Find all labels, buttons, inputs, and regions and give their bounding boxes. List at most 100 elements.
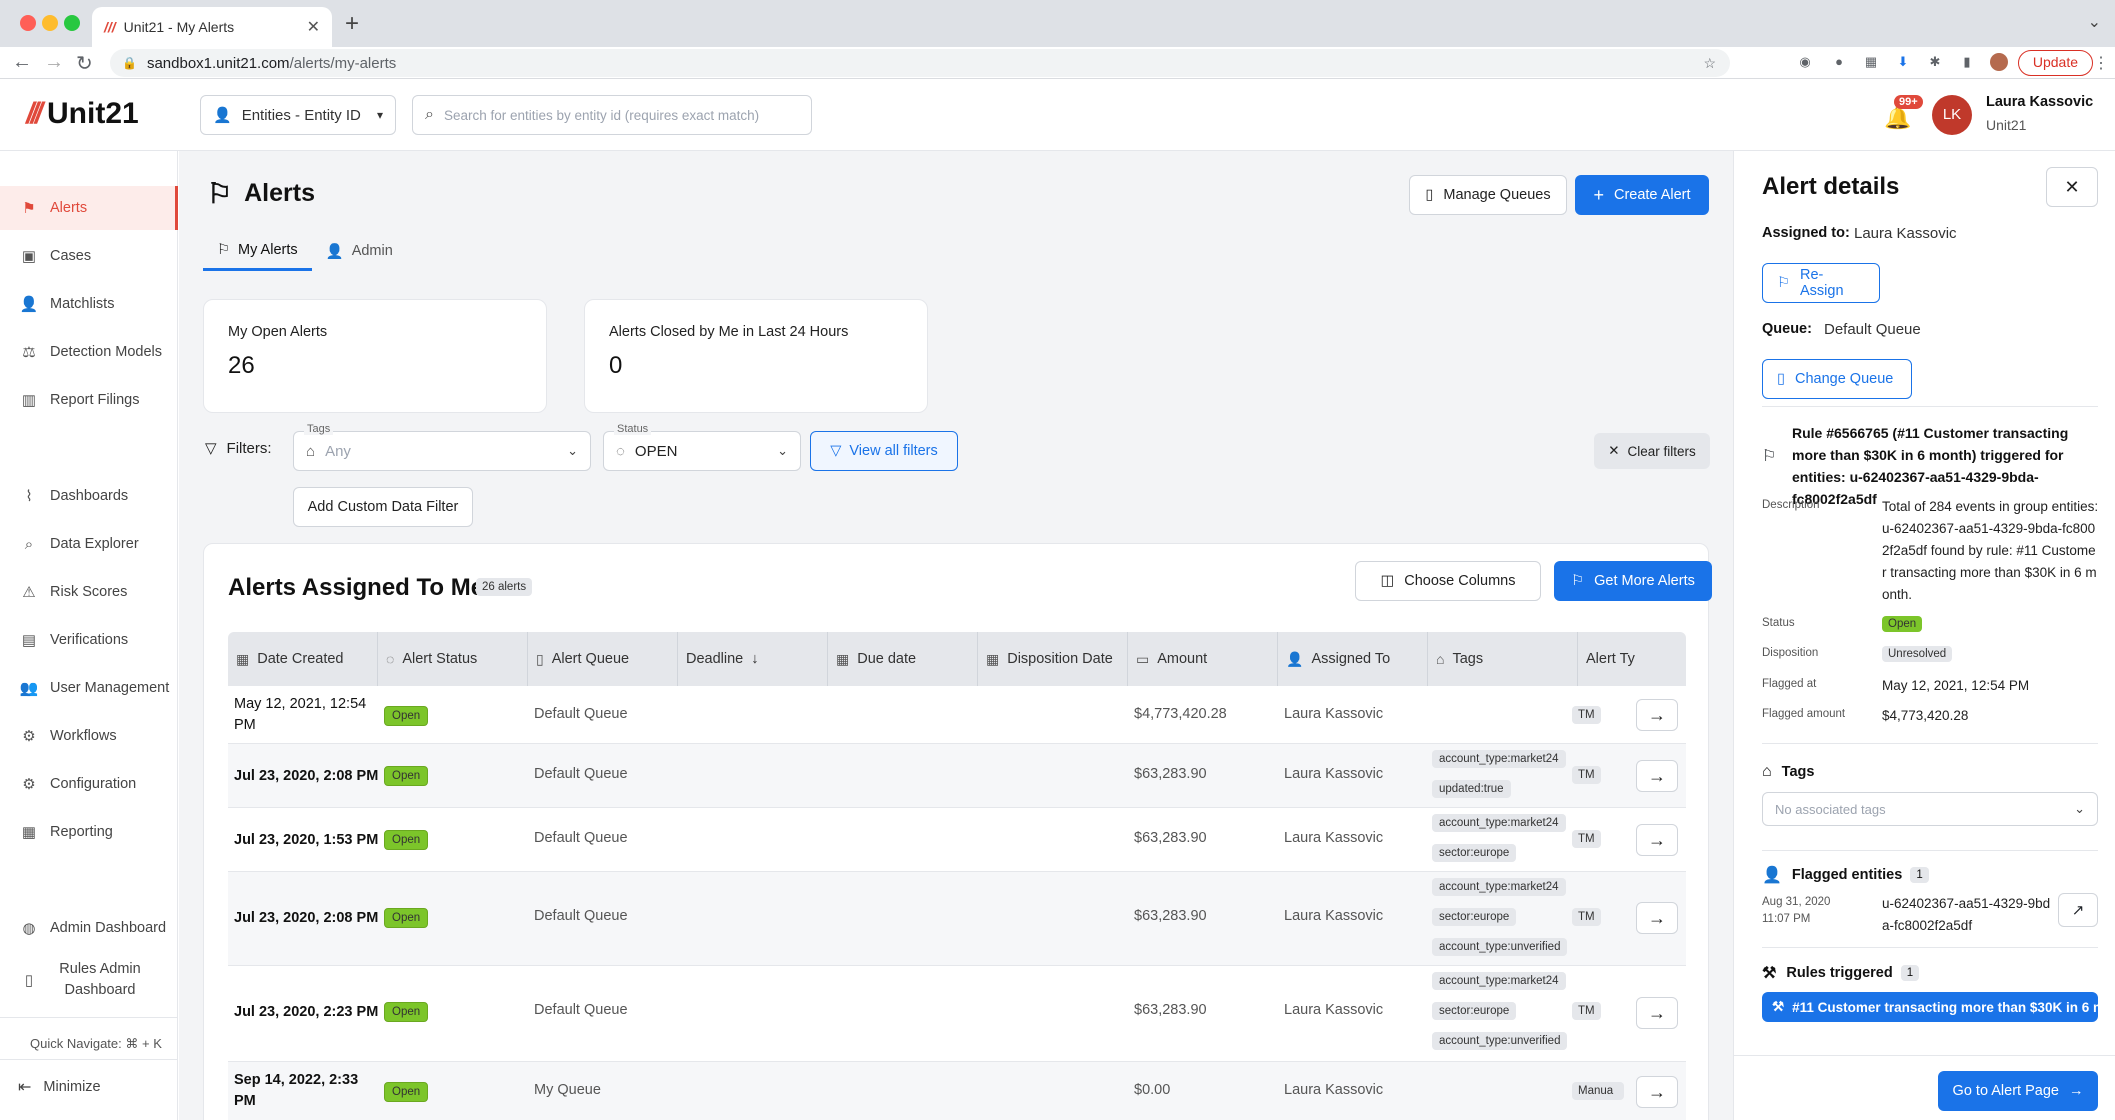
choose-columns-button[interactable]: ◫ Choose Columns bbox=[1355, 561, 1541, 601]
table-row[interactable]: Jul 23, 2020, 1:53 PM Open Default Queue… bbox=[228, 808, 1686, 872]
tags-select[interactable]: No associated tags ⌄ bbox=[1762, 792, 2098, 826]
window-close-button[interactable] bbox=[20, 15, 36, 31]
sidebar-item-dashboards[interactable]: ⌇ Dashboards bbox=[0, 474, 178, 518]
sidebar-item-reporting[interactable]: ▦ Reporting bbox=[0, 810, 178, 854]
open-alert-button[interactable]: → bbox=[1636, 902, 1678, 934]
entity-search-input[interactable]: ⌕ Search for entities by entity id (requ… bbox=[412, 95, 812, 135]
go-to-alert-page-button[interactable]: Go to Alert Page → bbox=[1938, 1071, 2098, 1111]
new-tab-icon[interactable]: + bbox=[345, 10, 359, 38]
column-header-alert-status[interactable]: ◌ Alert Status bbox=[378, 632, 528, 686]
column-header-disposition-date[interactable]: ▦ Disposition Date bbox=[978, 632, 1128, 686]
flag-icon: ⚑ bbox=[22, 200, 36, 217]
triggered-rule-chip[interactable]: ⚒ #11 Customer transacting more than $30K… bbox=[1762, 992, 2098, 1022]
minimize-sidebar-button[interactable]: ⇤ Minimize bbox=[18, 1077, 101, 1097]
browser-menu-icon[interactable]: ⋮ bbox=[2093, 53, 2109, 73]
tab-list-chevron-icon[interactable]: ⌄ bbox=[2088, 12, 2101, 32]
table-row[interactable]: Sep 14, 2022, 2:33 PM Open My Queue $0.0… bbox=[228, 1062, 1686, 1120]
status-badge: Open bbox=[384, 766, 429, 786]
column-header-tags[interactable]: ⌂ Tags bbox=[1428, 632, 1578, 686]
sidebar-item-verifications[interactable]: ▤ Verifications bbox=[0, 618, 178, 662]
table-row[interactable]: Jul 23, 2020, 2:23 PM Open Default Queue… bbox=[228, 966, 1686, 1062]
address-bar[interactable]: 🔒 sandbox1.unit21.com/alerts/my-alerts ☆ bbox=[110, 49, 1730, 77]
column-label: Date Created bbox=[257, 651, 344, 667]
unit21-logo[interactable]: /// Unit21 bbox=[26, 97, 139, 131]
alert-type-chip: TM bbox=[1572, 766, 1601, 784]
extension-icon[interactable]: ◉ bbox=[1796, 53, 1814, 71]
manage-queues-button[interactable]: ▯ Manage Queues bbox=[1409, 175, 1567, 215]
table-row[interactable]: Jul 23, 2020, 2:08 PM Open Default Queue… bbox=[228, 872, 1686, 966]
open-alert-button[interactable]: → bbox=[1636, 699, 1678, 731]
tag-chip: account_type:unverified bbox=[1432, 1032, 1568, 1050]
open-entity-button[interactable]: ↗ bbox=[2058, 893, 2098, 927]
open-alert-button[interactable]: → bbox=[1636, 760, 1678, 792]
column-header-due-date[interactable]: ▦ Due date bbox=[828, 632, 978, 686]
puzzle-extensions-icon[interactable]: ✱ bbox=[1926, 53, 1944, 71]
get-more-alerts-button[interactable]: ⚐ Get More Alerts bbox=[1554, 561, 1712, 601]
close-panel-button[interactable]: ✕ bbox=[2046, 167, 2098, 207]
sidebar-nav: ⚑ Alerts ▣ Cases 👤 Matchlists ⚖ Detection Mo… bbox=[0, 151, 178, 1120]
change-queue-button[interactable]: ▯ Change Queue bbox=[1762, 359, 1912, 399]
open-alert-button[interactable]: → bbox=[1636, 824, 1678, 856]
browser-update-button[interactable]: Update bbox=[2017, 50, 2093, 76]
column-header-alert-type[interactable]: Alert Ty bbox=[1578, 632, 1638, 686]
sidebar-item-rules-admin-dashboard[interactable]: ▯ Rules Admin Dashboard bbox=[0, 954, 178, 1006]
sidebar-item-risk-scores[interactable]: ⚠ Risk Scores bbox=[0, 570, 178, 614]
sidebar-item-admin-dashboard[interactable]: ◍ Admin Dashboard bbox=[0, 906, 178, 950]
cell-assigned-to: Laura Kassovic bbox=[1284, 1002, 1384, 1018]
sidepanel-icon[interactable]: ▮ bbox=[1958, 53, 1976, 71]
open-alert-button[interactable]: → bbox=[1636, 997, 1678, 1029]
tag-chip: account_type:market24 bbox=[1432, 972, 1566, 990]
add-custom-data-filter-button[interactable]: Add Custom Data Filter bbox=[293, 487, 473, 527]
column-header-assigned-to[interactable]: 👤 Assigned To bbox=[1278, 632, 1428, 686]
view-all-filters-button[interactable]: ▽ View all filters bbox=[810, 431, 958, 471]
sidebar-item-data-explorer[interactable]: ⌕ Data Explorer bbox=[0, 522, 178, 566]
status-filter-select[interactable]: Status ◌ OPEN ⌄ bbox=[603, 423, 801, 471]
sidebar-item-configuration[interactable]: ⚙ Configuration bbox=[0, 762, 178, 806]
column-header-deadline[interactable]: Deadline ↓ bbox=[678, 632, 828, 686]
sidebar-item-alerts[interactable]: ⚑ Alerts bbox=[0, 186, 178, 230]
flag-icon: ⚐ bbox=[1571, 573, 1585, 589]
column-header-date-created[interactable]: ▦ Date Created bbox=[228, 632, 378, 686]
cell-amount: $0.00 bbox=[1134, 1082, 1171, 1098]
extension-icon[interactable]: ▦ bbox=[1862, 53, 1880, 71]
profile-avatar-icon[interactable] bbox=[1990, 53, 2008, 71]
panel-divider bbox=[1762, 850, 2098, 851]
sidebar-item-detection-models[interactable]: ⚖ Detection Models bbox=[0, 330, 178, 374]
tab-my-alerts[interactable]: ⚐ My Alerts bbox=[203, 231, 312, 271]
user-avatar[interactable]: LK bbox=[1932, 95, 1972, 135]
arrow-right-icon: → bbox=[1648, 704, 1666, 725]
panel-divider bbox=[1762, 743, 2098, 744]
column-header-alert-queue[interactable]: ▯ Alert Queue bbox=[528, 632, 678, 686]
entity-id-link[interactable]: u-62402367-aa51-4329-9bda-fc8002f2a5df bbox=[1882, 893, 2054, 937]
table-row[interactable]: Jul 23, 2020, 2:08 PM Open Default Queue… bbox=[228, 744, 1686, 808]
window-minimize-button[interactable] bbox=[42, 15, 58, 31]
browser-tab[interactable]: /// Unit21 - My Alerts ✕ bbox=[92, 7, 332, 47]
back-icon[interactable]: ← bbox=[12, 51, 32, 74]
entity-search-type-select[interactable]: 👤 Entities - Entity ID ▾ bbox=[200, 95, 396, 135]
reload-icon[interactable]: ↻ bbox=[76, 51, 93, 76]
sidebar-item-matchlists[interactable]: 👤 Matchlists bbox=[0, 282, 178, 326]
sidebar-item-workflows[interactable]: ⚙ Workflows bbox=[0, 714, 178, 758]
flag-icon: ⚐ bbox=[207, 178, 233, 209]
bookmark-star-icon[interactable]: ☆ bbox=[1703, 55, 1716, 72]
window-maximize-button[interactable] bbox=[64, 15, 80, 31]
close-tab-icon[interactable]: ✕ bbox=[307, 17, 320, 37]
sidebar-item-user-management[interactable]: 👥 User Management bbox=[0, 666, 178, 710]
sidebar-item-cases[interactable]: ▣ Cases bbox=[0, 234, 178, 278]
table-row[interactable]: May 12, 2021, 12:54 PM Open Default Queu… bbox=[228, 686, 1686, 744]
tab-admin[interactable]: 👤 Admin bbox=[312, 231, 407, 271]
download-icon[interactable]: ⬇ bbox=[1894, 53, 1912, 71]
tags-filter-select[interactable]: Tags ⌂ Any ⌄ bbox=[293, 423, 591, 471]
reassign-button[interactable]: ⚐ Re-Assign bbox=[1762, 263, 1880, 303]
sidebar-item-label: Data Explorer bbox=[50, 536, 139, 552]
sidebar-item-report-filings[interactable]: ▥ Report Filings bbox=[0, 378, 178, 422]
cell-date-created: Jul 23, 2020, 2:23 PM bbox=[234, 1004, 379, 1020]
clear-filters-button[interactable]: ✕ Clear filters bbox=[1594, 433, 1710, 469]
user-name: Laura Kassovic bbox=[1986, 94, 2094, 110]
create-alert-button[interactable]: + Create Alert bbox=[1575, 175, 1709, 215]
open-alert-button[interactable]: → bbox=[1636, 1076, 1678, 1108]
calendar-icon: ▦ bbox=[236, 650, 250, 667]
extension-icon[interactable]: ● bbox=[1830, 53, 1848, 71]
column-header-amount[interactable]: ▭ Amount bbox=[1128, 632, 1278, 686]
forward-icon[interactable]: → bbox=[44, 51, 64, 74]
